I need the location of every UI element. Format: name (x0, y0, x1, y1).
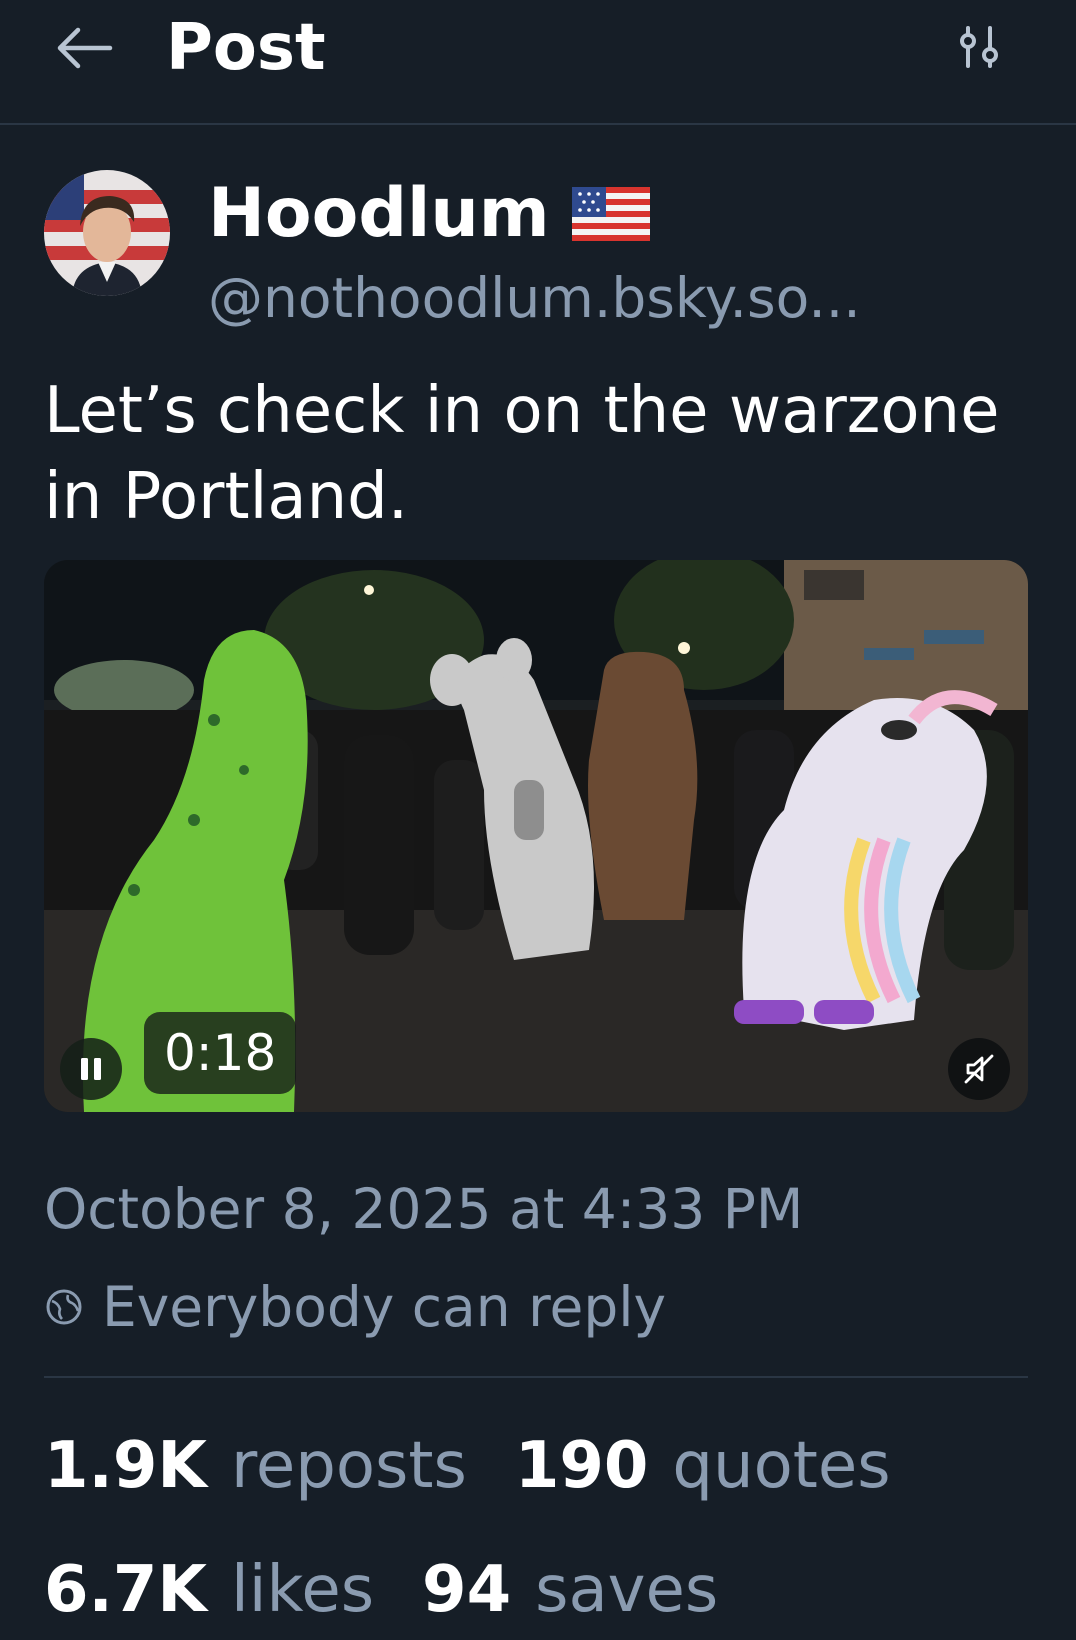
reply-setting[interactable]: Everybody can reply (44, 1272, 666, 1342)
author-name[interactable]: Hoodlum (208, 172, 650, 256)
video-player[interactable]: 0:18 (44, 560, 1028, 1112)
mute-button[interactable] (948, 1038, 1010, 1100)
video-duration: 0:18 (144, 1012, 297, 1094)
saves-label: saves (535, 1553, 719, 1627)
stats-row-reactions: 6.7K likes 94 saves (44, 1550, 718, 1630)
saves-count: 94 (422, 1553, 512, 1627)
page-title: Post (166, 11, 326, 85)
likes-stat[interactable]: 6.7K likes (44, 1550, 374, 1630)
reposts-count: 1.9K (44, 1429, 207, 1503)
reposts-stat[interactable]: 1.9K reposts (44, 1426, 467, 1506)
us-flag-icon (571, 187, 650, 241)
reply-setting-label: Everybody can reply (102, 1275, 667, 1339)
pause-icon (81, 1058, 101, 1080)
stats-row-engagement: 1.9K reposts 190 quotes (44, 1426, 891, 1506)
avatar-image (44, 170, 170, 296)
likes-label: likes (230, 1553, 375, 1627)
quotes-stat[interactable]: 190 quotes (515, 1426, 891, 1506)
thread-options-button[interactable] (950, 18, 1008, 78)
saves-stat[interactable]: 94 saves (422, 1550, 718, 1630)
post-text: Let’s check in on the warzone in Portlan… (44, 374, 1000, 534)
post-page: Post Hoodlum @nothoodlum.bsky.so... Let’… (0, 0, 1076, 1640)
top-bar: Post (0, 0, 1076, 125)
quotes-count: 190 (514, 1429, 649, 1503)
post-timestamp: October 8, 2025 at 4:33 PM (44, 1177, 804, 1241)
reposts-label: reposts (230, 1429, 467, 1503)
speaker-muted-icon (964, 1054, 994, 1084)
avatar[interactable] (44, 170, 170, 296)
divider (44, 1376, 1028, 1378)
pause-button[interactable] (60, 1038, 122, 1100)
author-handle[interactable]: @nothoodlum.bsky.so... (208, 262, 1008, 334)
likes-count: 6.7K (44, 1553, 207, 1627)
back-button[interactable] (50, 18, 118, 78)
globe-icon (46, 1289, 82, 1325)
arrow-left-icon (57, 27, 113, 69)
sliders-icon (960, 26, 998, 68)
author-display-name: Hoodlum (208, 174, 550, 253)
quotes-label: quotes (672, 1429, 891, 1503)
